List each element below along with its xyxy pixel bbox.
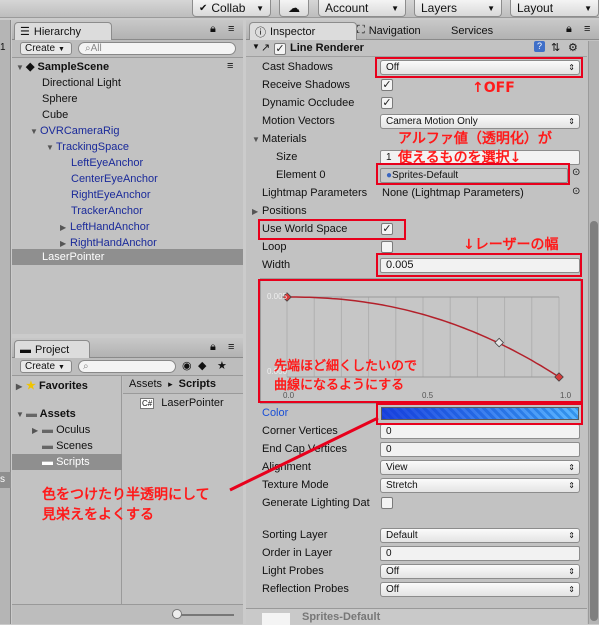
annotation-color-text-2: 見栄えをよくする (42, 507, 154, 523)
annotation-color-text-1: 色をつけたり半透明にして (42, 487, 210, 503)
annotation-arrow-line (229, 416, 379, 492)
annotation-arrow (229, 416, 379, 492)
